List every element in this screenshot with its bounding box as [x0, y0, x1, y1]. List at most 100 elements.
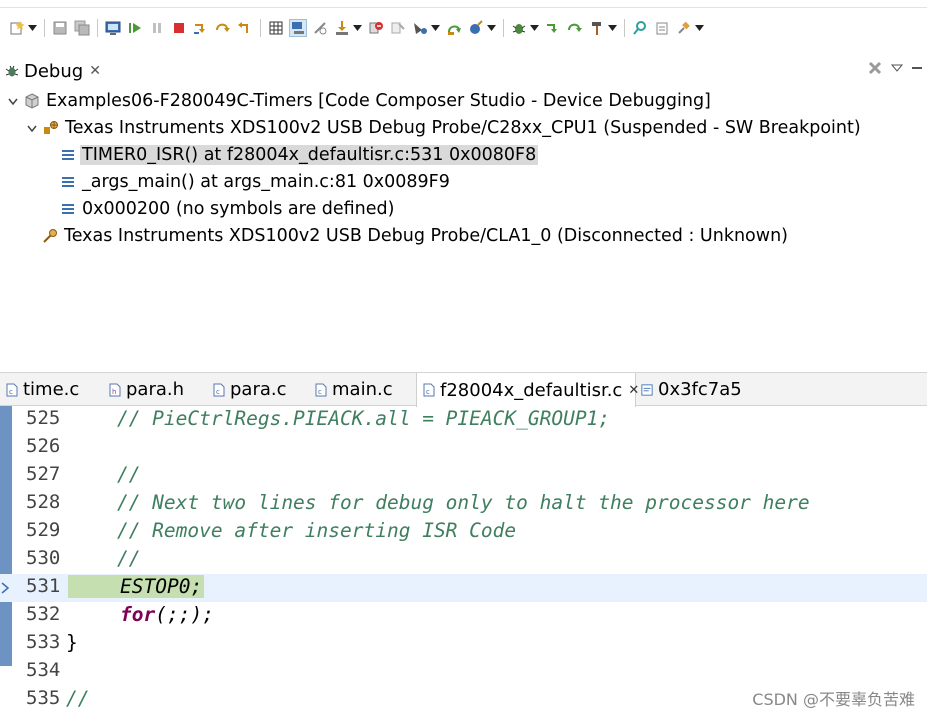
code-line[interactable]: 530 //: [0, 546, 927, 574]
code-editor: c time.c h para.h c para.c c main.c c f2…: [0, 372, 927, 718]
tree-item-cpu-probe[interactable]: Texas Instruments XDS100v2 USB Debug Pro…: [25, 115, 863, 141]
code-text: // PieCtrlRegs.PIEACK.all = PIEACK_GROUP…: [70, 407, 611, 430]
search-icon[interactable]: [632, 20, 648, 36]
load-program-dropdown-icon[interactable]: [353, 20, 362, 36]
restart-icon[interactable]: [390, 20, 406, 36]
tree-item-project[interactable]: Examples06-F280049C-Timers [Code Compose…: [6, 88, 713, 114]
tab-time-c[interactable]: c time.c: [6, 373, 100, 406]
code-text: //: [70, 547, 141, 570]
code-text: ESTOP0;: [120, 575, 203, 598]
cla-probe-label: Texas Instruments XDS100v2 USB Debug Pro…: [64, 226, 788, 246]
load-program-icon[interactable]: [334, 20, 350, 36]
svg-text:h: h: [112, 388, 116, 396]
new-icon[interactable]: [9, 20, 25, 36]
tab-debug[interactable]: Debug ✕: [0, 56, 107, 86]
resume-icon[interactable]: [127, 20, 143, 36]
tab-label: para.c: [230, 379, 287, 400]
hammer-icon[interactable]: [589, 20, 605, 36]
debug-tab-close-icon[interactable]: ✕: [89, 63, 101, 79]
line-number: 528: [26, 491, 61, 513]
chevron-down-icon[interactable]: [6, 94, 20, 108]
instruction-pointer-icon: [1, 582, 10, 594]
debug-tab-label: Debug: [24, 60, 84, 82]
assembly-step-into-icon[interactable]: [545, 20, 561, 36]
step-return-icon[interactable]: [237, 20, 253, 36]
pin-icon[interactable]: [676, 20, 692, 36]
hammer-dropdown-icon[interactable]: [608, 20, 617, 36]
line-number: 530: [26, 547, 61, 569]
minimize-icon[interactable]: [911, 62, 923, 74]
tab-label: 0x3fc7a5: [658, 379, 742, 400]
view-menu-icon[interactable]: [891, 64, 903, 72]
registers-icon[interactable]: [268, 20, 284, 36]
tab-main-c[interactable]: c main.c: [315, 373, 411, 406]
tab-para-c[interactable]: c para.c: [213, 373, 307, 406]
stack-frame[interactable]: TIMER0_ISR() at f28004x_defaultisr.c:531…: [60, 142, 539, 168]
assembly-step-over-icon[interactable]: [567, 20, 583, 36]
breakpoint-dropdown-icon[interactable]: [431, 20, 440, 36]
remove-terminated-icon[interactable]: [867, 60, 883, 76]
breakpoint-icon[interactable]: [412, 20, 428, 36]
console-icon[interactable]: [105, 20, 121, 36]
disassembly-icon: [641, 383, 653, 397]
code-line[interactable]: 532 for(;;);: [0, 602, 927, 630]
tab-0x3fc7a5[interactable]: 0x3fc7a5: [641, 373, 761, 406]
code-text: // Next two lines for debug only to halt…: [70, 491, 810, 514]
clipboard-icon[interactable]: [654, 20, 670, 36]
tab-f28004x-defaultisr-c[interactable]: c f28004x_defaultisr.c ✕: [416, 373, 639, 407]
code-line[interactable]: 534: [0, 658, 927, 686]
save-all-icon[interactable]: [74, 20, 90, 36]
suspend-icon[interactable]: [149, 20, 165, 36]
connect-icon[interactable]: [289, 19, 307, 37]
line-number: 526: [26, 435, 61, 457]
c-file-icon: c: [423, 383, 435, 397]
tab-label: para.h: [126, 379, 185, 400]
save-icon[interactable]: [52, 20, 68, 36]
line-number: 535: [26, 687, 61, 709]
view-toolbar: [867, 60, 923, 76]
line-number: 533: [26, 631, 61, 653]
line-number: 525: [26, 407, 61, 429]
tab-para-h[interactable]: h para.h: [109, 373, 205, 406]
code-line[interactable]: 529 // Remove after inserting ISR Code: [0, 518, 927, 546]
build-icon[interactable]: [446, 20, 462, 36]
pin-dropdown-icon[interactable]: [695, 20, 704, 36]
tab-close-icon[interactable]: ✕: [628, 383, 639, 398]
debug-dropdown-icon[interactable]: [487, 20, 496, 36]
code-line[interactable]: 525 // PieCtrlRegs.PIEACK.all = PIEACK_G…: [0, 406, 927, 434]
code-line[interactable]: 533 }: [0, 630, 927, 658]
svg-text:c: c: [426, 388, 430, 396]
code-text: }: [66, 631, 78, 654]
code-text-wrapper: ESTOP0;: [68, 575, 205, 598]
cpu-probe-label: Texas Instruments XDS100v2 USB Debug Pro…: [65, 118, 861, 138]
toolbar-separator: [44, 19, 45, 37]
step-over-icon[interactable]: [215, 20, 231, 36]
code-text: //: [70, 463, 141, 486]
code-text: // Remove after inserting ISR Code: [70, 519, 517, 542]
code-line[interactable]: 527 //: [0, 462, 927, 490]
c-file-icon: c: [213, 383, 225, 397]
chevron-down-icon[interactable]: [25, 121, 39, 135]
editor-tab-bar: c time.c h para.h c para.c c main.c c f2…: [0, 372, 927, 407]
line-number: 534: [26, 659, 61, 681]
toolbar-separator: [97, 19, 98, 37]
step-into-icon[interactable]: [193, 20, 209, 36]
code-line[interactable]: 526: [0, 434, 927, 462]
code-line[interactable]: 528 // Next two lines for debug only to …: [0, 490, 927, 518]
stack-frame[interactable]: 0x000200 (no symbols are defined): [60, 196, 396, 222]
window-top-strip: [0, 0, 927, 8]
current-code-line[interactable]: 531 ESTOP0;: [0, 574, 927, 602]
stack-frame-icon: [60, 174, 76, 190]
svg-text:c: c: [318, 388, 322, 396]
terminate-icon[interactable]: [171, 20, 187, 36]
new-dropdown-icon[interactable]: [28, 20, 37, 36]
debug-icon[interactable]: [468, 20, 484, 36]
stack-frame[interactable]: _args_main() at args_main.c:81 0x0089F9: [60, 169, 452, 195]
svg-text:c: c: [216, 388, 220, 396]
code-area[interactable]: 525 // PieCtrlRegs.PIEACK.all = PIEACK_G…: [0, 406, 927, 718]
bug-icon[interactable]: [511, 20, 527, 36]
bug-dropdown-icon[interactable]: [530, 20, 539, 36]
disconnect-icon[interactable]: [312, 20, 328, 36]
tree-item-cla-probe[interactable]: Texas Instruments XDS100v2 USB Debug Pro…: [42, 223, 790, 249]
reset-icon[interactable]: [368, 20, 384, 36]
